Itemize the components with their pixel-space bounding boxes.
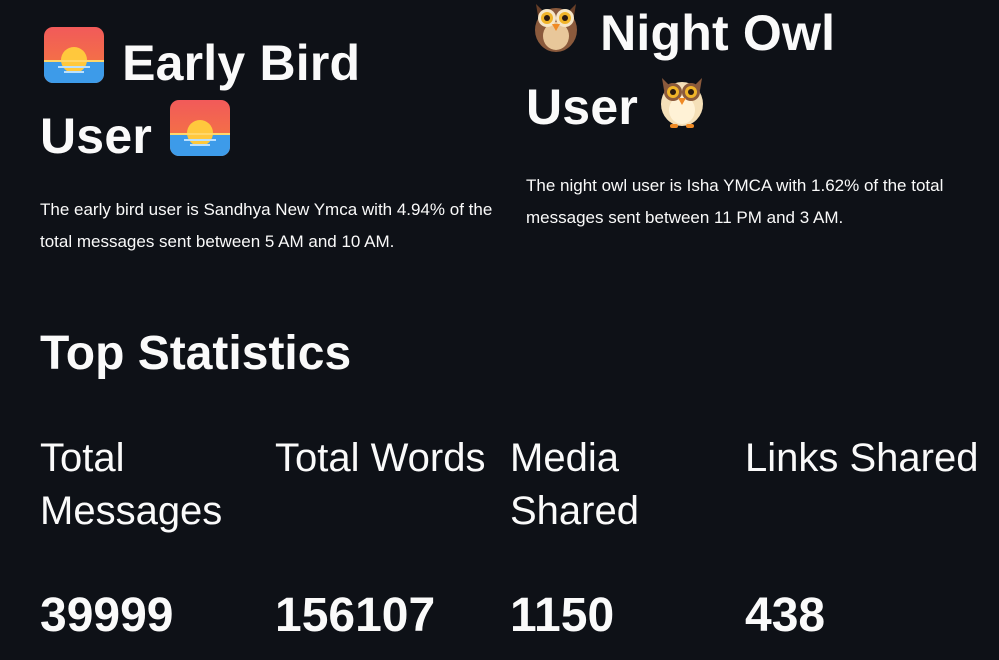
- night-owl-title: Night Owl: [600, 5, 836, 62]
- early-bird-description: The early bird user is Sandhya New Ymca …: [40, 199, 493, 251]
- metrics-row: Total Messages 39999 Total Words 156107 …: [40, 432, 980, 646]
- owl-icon: [656, 70, 708, 144]
- metric-value: 1150: [510, 589, 615, 642]
- metric-value: 39999: [40, 589, 174, 642]
- metric-label: Total Messages: [40, 436, 223, 533]
- night-owl-description: The night owl user is Isha YMCA with 1.6…: [526, 176, 944, 227]
- top-statistics-title: Top Statistics: [40, 327, 352, 380]
- early-bird-title: Early Bird: [122, 35, 361, 91]
- metric-media-shared: Media Shared 1150: [510, 432, 745, 646]
- metric-total-words: Total Words 156107: [275, 432, 510, 646]
- owl-icon: [530, 0, 582, 70]
- night-owl-title-user: User: [526, 79, 638, 136]
- metric-label: Media Shared: [510, 436, 639, 533]
- night-owl-heading: Night Owl User: [526, 0, 981, 148]
- metric-label: Total Words: [275, 436, 486, 480]
- metric-label: Links Shared: [745, 436, 979, 480]
- night-owl-section: Night Owl User The night owl user is Ish…: [526, 0, 981, 234]
- metric-total-messages: Total Messages 39999: [40, 432, 275, 646]
- metric-links-shared: Links Shared 438: [745, 432, 980, 646]
- sunrise-icon: [170, 99, 231, 172]
- sunrise-icon: [44, 26, 104, 99]
- app-page: Early Bird User The early bird user is S…: [0, 0, 999, 660]
- early-bird-heading: Early Bird User: [40, 26, 510, 176]
- metric-value: 156107: [275, 589, 436, 642]
- early-bird-section: Early Bird User The early bird user is S…: [40, 26, 510, 258]
- early-bird-title-user: User: [40, 107, 152, 164]
- metric-value: 438: [745, 589, 826, 642]
